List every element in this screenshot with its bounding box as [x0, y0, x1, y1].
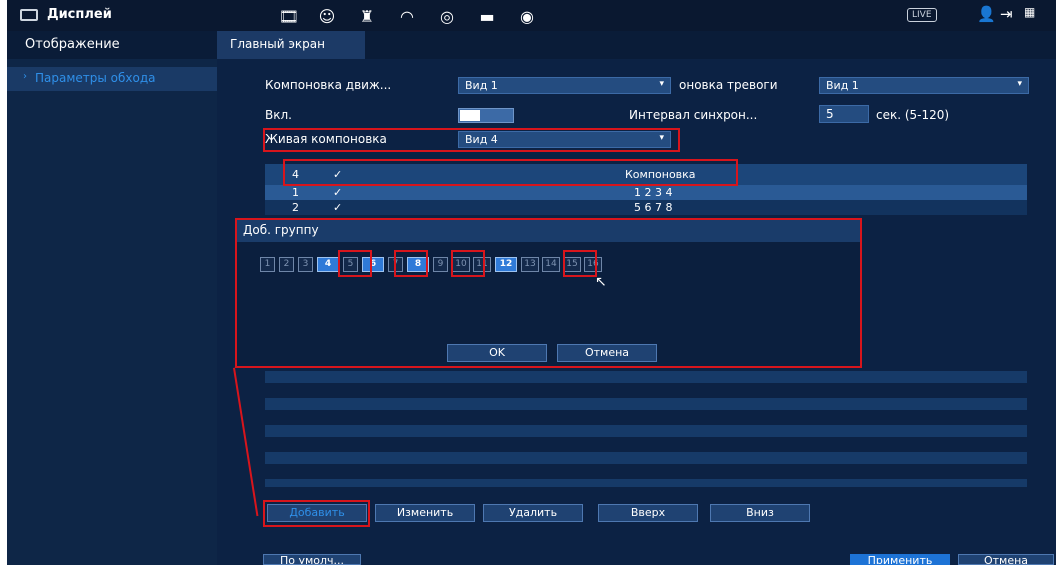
- page-title: Дисплей: [47, 7, 112, 22]
- table-row-empty: [265, 425, 1027, 437]
- alarm-layout-value: Вид 1: [826, 79, 859, 92]
- add-button-highlight: [263, 500, 370, 527]
- monitor-icon: [20, 9, 38, 21]
- row-layout: 1 2 3 4: [634, 186, 673, 199]
- sync-interval-unit: сек. (5-120): [876, 108, 950, 122]
- table-row-empty: [265, 371, 1027, 383]
- qr-icon[interactable]: ▦: [1024, 5, 1035, 19]
- channel-4-highlight: [338, 250, 372, 277]
- chevron-down-icon: ▾: [1017, 79, 1022, 89]
- delete-button[interactable]: Удалить: [483, 504, 583, 522]
- dialog-cancel-button[interactable]: Отмена: [557, 344, 657, 362]
- speaker-icon[interactable]: ◉: [515, 5, 539, 27]
- alarm-layout-label: оновка тревоги: [679, 78, 778, 92]
- sidebar: Отображение › Параметры обхода: [7, 31, 217, 565]
- chevron-right-icon: ›: [23, 71, 27, 82]
- sidebar-header: Отображение: [7, 31, 217, 59]
- logout-icon[interactable]: ⇥: [1000, 5, 1013, 23]
- channel-12-highlight: [563, 250, 597, 277]
- sidebar-item-tour-settings[interactable]: › Параметры обхода: [7, 67, 217, 91]
- motion-layout-label: Компоновка движ...: [265, 78, 392, 92]
- sync-interval-input[interactable]: 5: [819, 105, 869, 123]
- channel-cell-13[interactable]: 13: [521, 257, 539, 272]
- row-layout: 5 6 7 8: [634, 201, 673, 214]
- channel-cell-3[interactable]: 3: [298, 257, 313, 272]
- chevron-down-icon: ▾: [659, 79, 664, 89]
- edit-button[interactable]: Изменить: [375, 504, 475, 522]
- enable-label: Вкл.: [265, 108, 292, 122]
- live-layout-highlight: [263, 128, 680, 152]
- default-button[interactable]: По умолч...: [263, 554, 361, 565]
- row-check[interactable]: ✓: [333, 201, 342, 214]
- apply-button[interactable]: Применить: [850, 554, 950, 565]
- channel-cell-12[interactable]: 12: [495, 257, 517, 272]
- face-icon[interactable]: ☺: [315, 5, 339, 27]
- dialog-ok-button[interactable]: OK: [447, 344, 547, 362]
- user-icon[interactable]: 👤: [977, 5, 996, 23]
- tab-bar: Главный экран: [217, 31, 1056, 59]
- live-button[interactable]: LIVE: [907, 8, 937, 22]
- alarm-layout-select[interactable]: Вид 1 ▾: [819, 77, 1029, 94]
- row-check[interactable]: ✓: [333, 186, 342, 199]
- table-row-empty: [265, 452, 1027, 464]
- table-row-empty: [265, 398, 1027, 410]
- dialog-header: Доб. группу: [237, 220, 860, 242]
- table-header-highlight: [283, 159, 738, 186]
- top-bar: Дисплей 🎞 ☺ ♜ ◠ ◎ ▬ ◉ LIVE 👤 ⇥ ▦: [7, 0, 1056, 31]
- alarm-light-icon[interactable]: ♜: [355, 5, 379, 27]
- channel-cell-4[interactable]: 4: [317, 257, 339, 272]
- sidebar-item-label: Параметры обхода: [35, 71, 156, 85]
- monitor-icon[interactable]: ▬: [475, 5, 499, 27]
- channel-cell-2[interactable]: 2: [279, 257, 294, 272]
- toggle-knob: [460, 110, 480, 121]
- channel-cell-9[interactable]: 9: [433, 257, 448, 272]
- table-row[interactable]: 2 ✓ 5 6 7 8: [265, 200, 1027, 215]
- motion-layout-value: Вид 1: [465, 79, 498, 92]
- cancel-button[interactable]: Отмена: [958, 554, 1054, 565]
- move-up-button[interactable]: Вверх: [598, 504, 698, 522]
- move-down-button[interactable]: Вниз: [710, 504, 810, 522]
- tab-main-screen[interactable]: Главный экран: [217, 31, 365, 59]
- channel-6-highlight: [394, 250, 428, 277]
- enable-toggle[interactable]: [458, 108, 514, 123]
- row-num: 2: [292, 201, 299, 214]
- sidebar-header-label: Отображение: [25, 37, 120, 52]
- dialog-title: Доб. группу: [243, 223, 319, 237]
- add-group-dialog: Доб. группу 1 2 3 4 5 6 7 8 9 10 11 12 1…: [235, 218, 862, 368]
- row-num: 1: [292, 186, 299, 199]
- sync-interval-label: Интервал синхрон...: [629, 108, 758, 122]
- table-row[interactable]: 1 ✓ 1 2 3 4: [265, 185, 1027, 200]
- film-icon[interactable]: 🎞: [277, 5, 301, 27]
- channel-cell-14[interactable]: 14: [542, 257, 560, 272]
- tab-label: Главный экран: [230, 37, 325, 51]
- speedometer-icon[interactable]: ◠: [395, 5, 419, 27]
- cursor-icon: ↖: [595, 274, 607, 290]
- record-icon[interactable]: ◎: [435, 5, 459, 27]
- channel-8-highlight: [451, 250, 485, 277]
- left-margin: [0, 0, 7, 565]
- table-row-empty: [265, 479, 1027, 487]
- motion-layout-select[interactable]: Вид 1 ▾: [458, 77, 671, 94]
- channel-cell-1[interactable]: 1: [260, 257, 275, 272]
- sync-interval-value: 5: [826, 107, 834, 121]
